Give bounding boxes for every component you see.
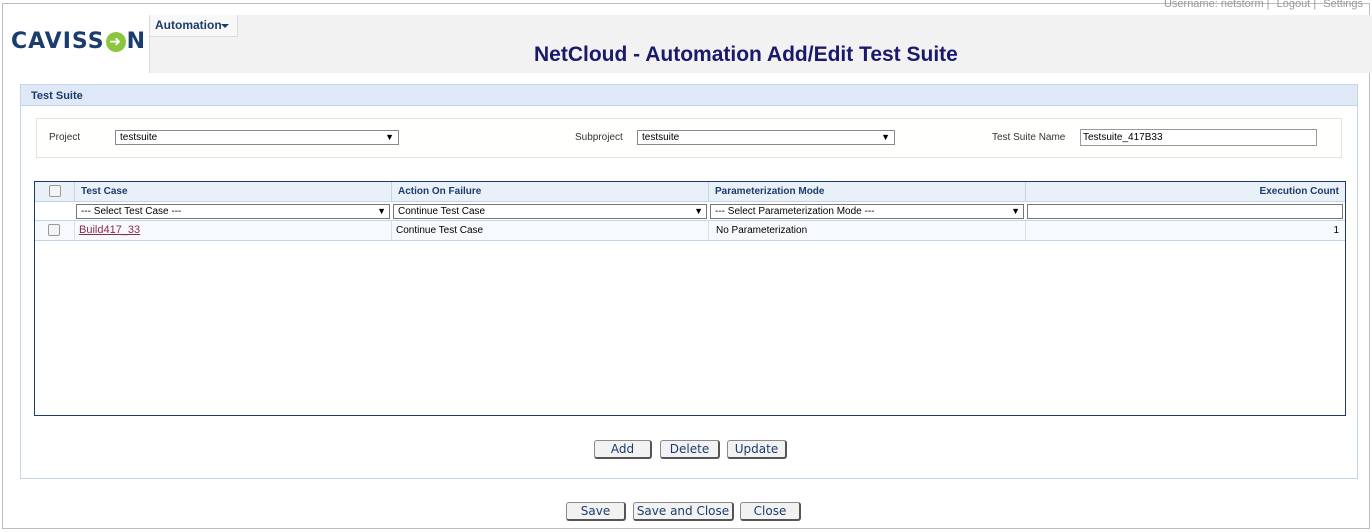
subproject-select[interactable]: testsuite ▼	[637, 130, 895, 145]
update-button[interactable]: Update	[727, 440, 787, 459]
test-case-grid: Test Case Action On Failure Parameteriza…	[34, 181, 1346, 416]
close-button[interactable]: Close	[740, 502, 801, 521]
col-action-on-failure[interactable]: Action On Failure	[392, 182, 709, 202]
action-on-failure-select[interactable]: Continue Test Case ▼	[393, 204, 707, 219]
automation-menu[interactable]: Automation	[150, 15, 238, 37]
automation-menu-label: Automation	[155, 18, 222, 32]
dropdown-arrow-icon: ▼	[1011, 206, 1020, 216]
logout-link[interactable]: Logout	[1277, 0, 1311, 10]
dropdown-arrow-icon: ▼	[377, 206, 386, 216]
col-parameterization-mode[interactable]: Parameterization Mode	[709, 182, 1026, 202]
table-row[interactable]: Build417_33 Continue Test Case No Parame…	[35, 221, 1345, 241]
dropdown-arrow-icon: ▼	[881, 132, 890, 142]
row-checkbox-cell	[35, 221, 75, 240]
panel-title: Test Suite	[31, 90, 83, 102]
save-button[interactable]: Save	[566, 502, 626, 521]
grid-input-row: --- Select Test Case --- ▼ Continue Test …	[35, 202, 1345, 221]
cavisson-logo: CAVISS ➜ N	[11, 29, 147, 54]
cell-parameterization-mode: No Parameterization	[709, 221, 1026, 240]
user-bar: Username: netstorm | Logout | Settings	[1163, 0, 1363, 10]
dropdown-arrow-icon: ▼	[385, 132, 394, 142]
col-execution-count[interactable]: Execution Count	[1026, 182, 1345, 202]
add-button[interactable]: Add	[594, 440, 652, 459]
dropdown-arrow-icon: ▼	[694, 206, 703, 216]
project-select[interactable]: testsuite ▼	[115, 130, 399, 145]
cell-test-case: Build417_33	[75, 221, 392, 240]
project-label: Project	[49, 132, 81, 143]
row-checkbox[interactable]	[48, 224, 60, 236]
cell-action-on-failure: Continue Test Case	[392, 221, 709, 240]
delete-button[interactable]: Delete	[660, 440, 720, 459]
test-case-select[interactable]: --- Select Test Case --- ▼	[76, 204, 390, 219]
save-and-close-button[interactable]: Save and Close	[633, 502, 734, 521]
grid-header: Test Case Action On Failure Parameteriza…	[35, 182, 1345, 202]
settings-link[interactable]: Settings	[1323, 0, 1363, 10]
logo-arrow-icon: ➜	[105, 32, 126, 52]
select-all-cell	[35, 182, 75, 202]
username-text: Username: netstorm	[1163, 0, 1264, 10]
suite-name-input[interactable]: Testsuite_417B33	[1080, 129, 1317, 146]
test-suite-panel: Test Suite Project testsuite ▼ Subproject…	[20, 84, 1358, 479]
cell-execution-count: 1	[1333, 225, 1339, 236]
header: Automation NetCloud - Automation Add/Edi…	[149, 15, 1372, 73]
suite-name-label: Test Suite Name	[992, 132, 1066, 143]
page-title: NetCloud - Automation Add/Edit Test Suit…	[534, 43, 958, 66]
col-test-case[interactable]: Test Case	[75, 182, 392, 202]
panel-header: Test Suite	[21, 85, 1357, 106]
subproject-label: Subproject	[575, 132, 623, 143]
parameterization-mode-select[interactable]: --- Select Parameterization Mode --- ▼	[710, 204, 1024, 219]
suite-filter-box: Project testsuite ▼ Subproject testsuite ▼…	[36, 118, 1342, 158]
execution-count-input[interactable]	[1027, 204, 1343, 219]
app-window: Username: netstorm | Logout | Settings C…	[2, 0, 1372, 529]
test-case-link[interactable]: Build417_33	[79, 224, 140, 236]
select-all-checkbox[interactable]	[49, 185, 61, 197]
caret-down-icon	[221, 24, 229, 28]
